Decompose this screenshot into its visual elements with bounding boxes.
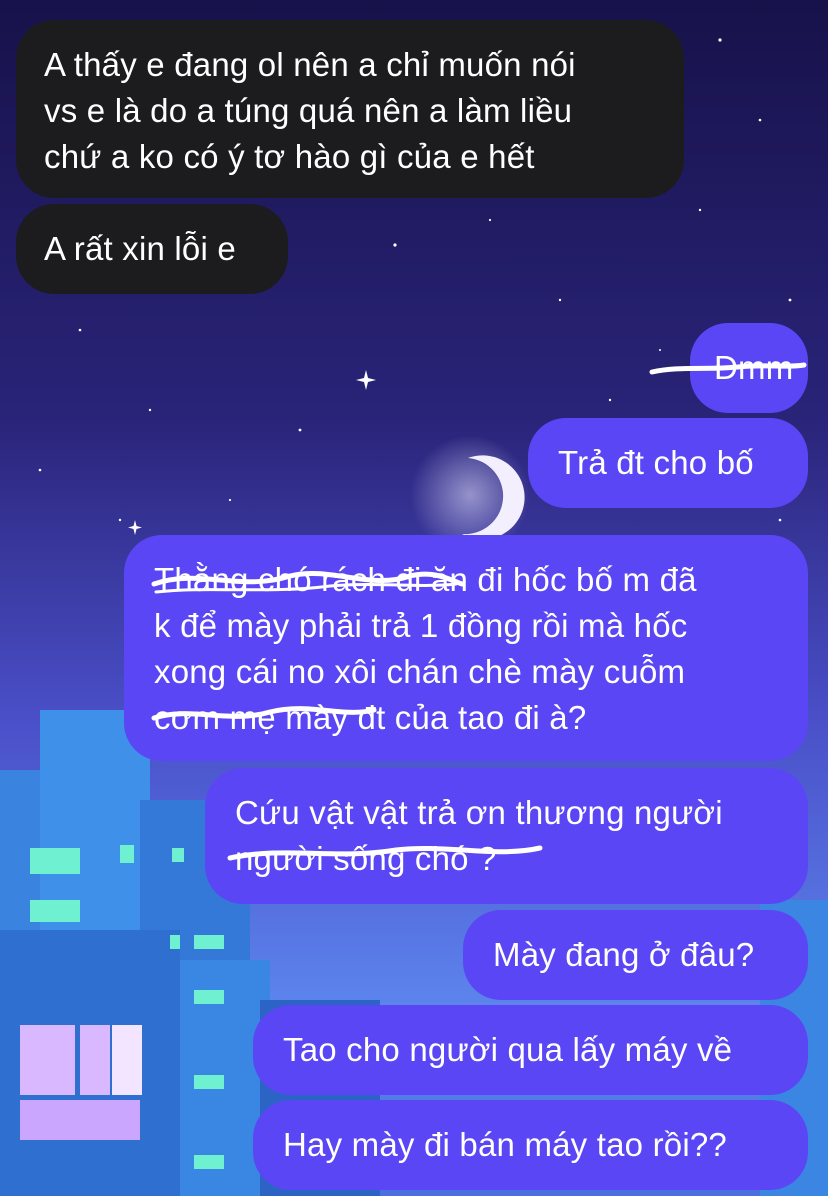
message-line: Tao cho người qua lấy máy về [283,1031,733,1068]
message-line: cơm mẹ mày đt của tao đi à? [154,699,587,736]
message-line: Mày đang ở đâu? [493,936,755,973]
outgoing-message-bubble[interactable]: Mày đang ở đâu? [463,910,808,1000]
outgoing-message-bubble[interactable]: Tao cho người qua lấy máy về [253,1005,808,1095]
message-line: Cứu vật vật trả ơn thương người [235,794,723,831]
incoming-message-bubble[interactable]: A rất xin lỗi e [16,204,288,294]
message-line: vs e là do a túng quá nên a làm liều [44,92,573,129]
outgoing-message-bubble[interactable]: Đmm [690,323,808,413]
message-line: Trả đt cho bố [558,444,754,481]
outgoing-message-bubble[interactable]: Hay mày đi bán máy tao rồi?? [253,1100,808,1190]
message-line: Thằng chó rách đi ăn đi hốc bố m đã [154,561,697,598]
message-line: k để mày phải trả 1 đồng rồi mà hốc [154,607,688,644]
message-line: A rất xin lỗi e [44,230,236,267]
message-line: chứ a ko có ý tơ hào gì của e hết [44,138,535,175]
message-line: xong cái no xôi chán chè mày cuỗm [154,653,686,690]
message-line: người sống chó ? [235,840,497,877]
outgoing-message-bubble[interactable]: Thằng chó rách đi ăn đi hốc bố m đã k để… [124,535,808,761]
message-thread: A thấy e đang ol nên a chỉ muốn nói vs e… [0,0,828,1196]
message-line: A thấy e đang ol nên a chỉ muốn nói [44,46,576,83]
outgoing-message-bubble[interactable]: Cứu vật vật trả ơn thương người người số… [205,768,808,904]
outgoing-message-bubble[interactable]: Trả đt cho bố [528,418,808,508]
message-line: Hay mày đi bán máy tao rồi?? [283,1126,727,1163]
incoming-message-bubble[interactable]: A thấy e đang ol nên a chỉ muốn nói vs e… [16,20,684,198]
message-line: Đmm [714,349,794,386]
